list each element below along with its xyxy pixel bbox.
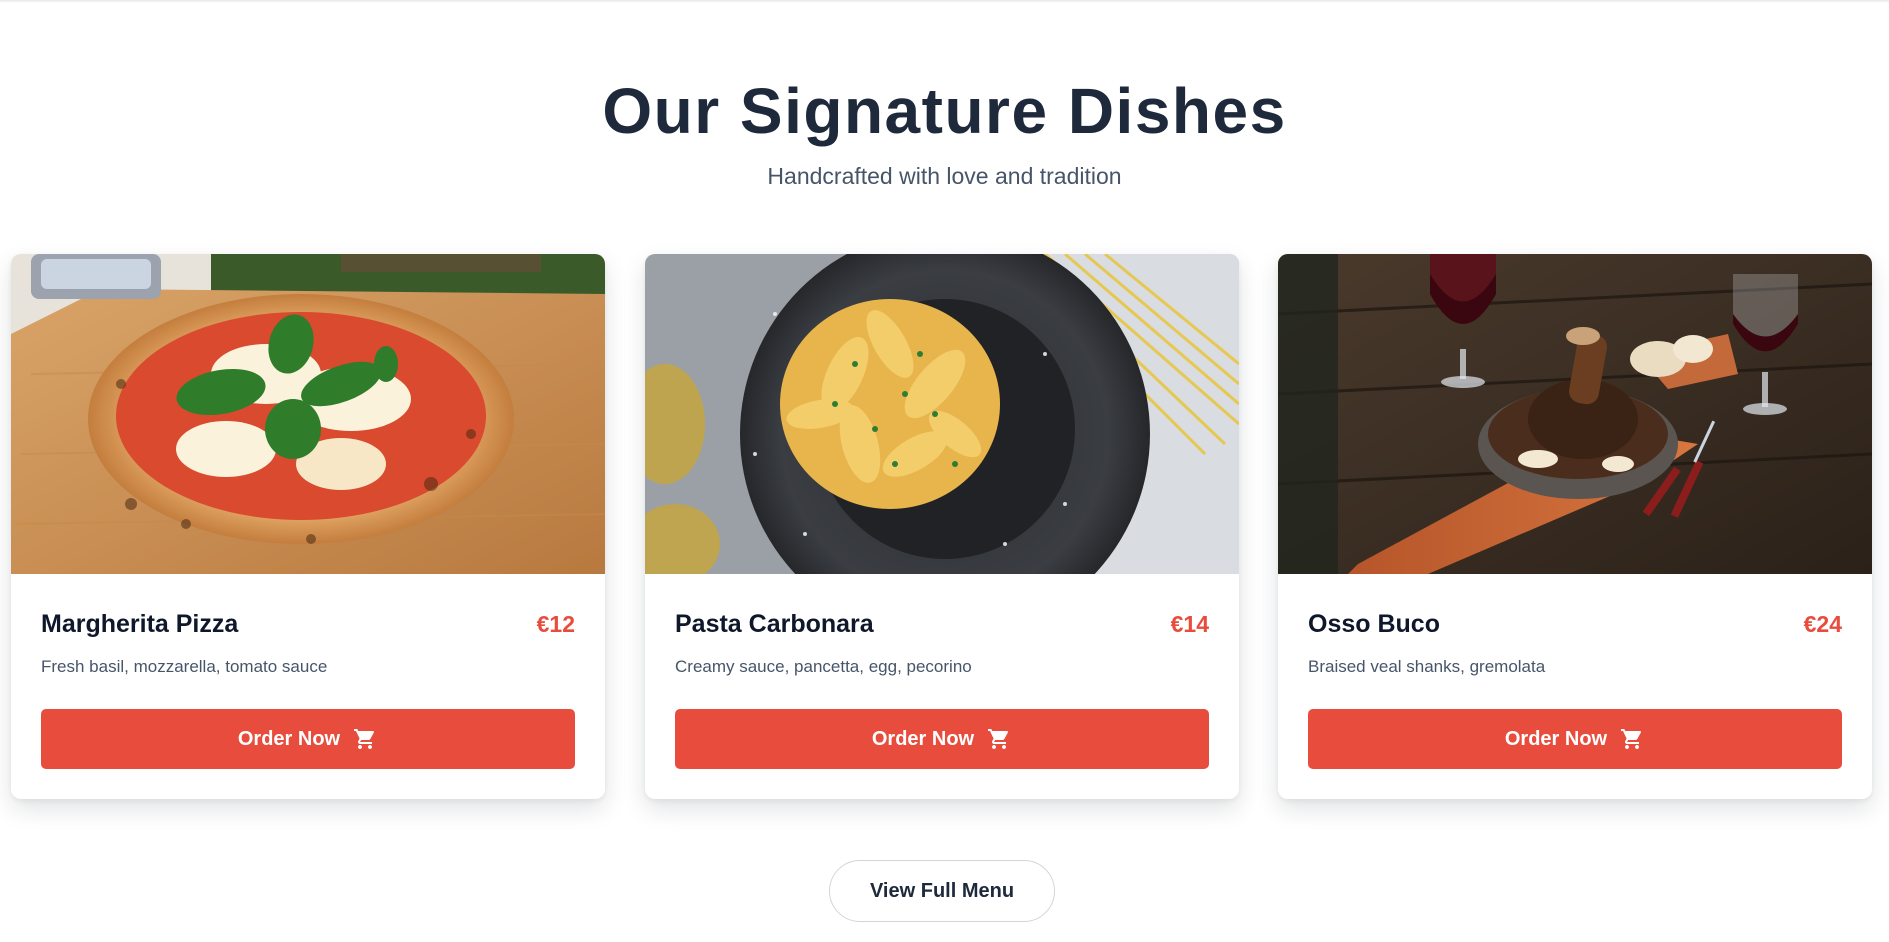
dish-name: Osso Buco [1308,610,1440,638]
section-title: Our Signature Dishes [602,75,1287,147]
order-now-button[interactable]: Order Now [41,709,575,769]
order-now-label: Order Now [871,727,975,750]
dish-price: €14 [1170,611,1209,637]
dish-card: Osso Buco €24 Braised veal shanks, gremo… [1278,254,1872,799]
cart-icon [1619,727,1645,751]
dish-card: Margherita Pizza €12 Fresh basil, mozzar… [11,254,605,799]
dish-card: Pasta Carbonara €14 Creamy sauce, pancet… [645,254,1239,799]
dish-price: €24 [1803,611,1842,637]
dish-description: Braised veal shanks, gremolata [1308,657,1546,676]
order-now-button[interactable]: Order Now [1308,709,1842,769]
dish-description: Fresh basil, mozzarella, tomato sauce [41,657,328,676]
pasta-carbonara-photo [645,254,1239,574]
dish-card-body: Osso Buco €24 Braised veal shanks, gremo… [1308,574,1842,799]
order-now-button[interactable]: Order Now [675,709,1209,769]
dish-description: Creamy sauce, pancetta, egg, pecorino [675,657,972,676]
margherita-pizza-photo [11,254,605,574]
dish-cards: Margherita Pizza €12 Fresh basil, mozzar… [11,254,1873,799]
cart-icon [352,727,378,751]
cart-icon [986,727,1012,751]
dish-name: Margherita Pizza [41,610,239,638]
dish-card-body: Pasta Carbonara €14 Creamy sauce, pancet… [675,574,1209,799]
order-now-label: Order Now [1504,727,1608,750]
osso-buco-photo [1278,254,1872,574]
dish-card-body: Margherita Pizza €12 Fresh basil, mozzar… [41,574,575,799]
section-subtitle: Handcrafted with love and tradition [767,163,1122,189]
dish-price: €12 [536,611,575,637]
signature-dishes-section: Our Signature Dishes Handcrafted with lo… [0,0,1889,942]
view-full-menu-button[interactable]: View Full Menu [829,860,1055,922]
dish-name: Pasta Carbonara [675,610,874,638]
order-now-label: Order Now [237,727,341,750]
